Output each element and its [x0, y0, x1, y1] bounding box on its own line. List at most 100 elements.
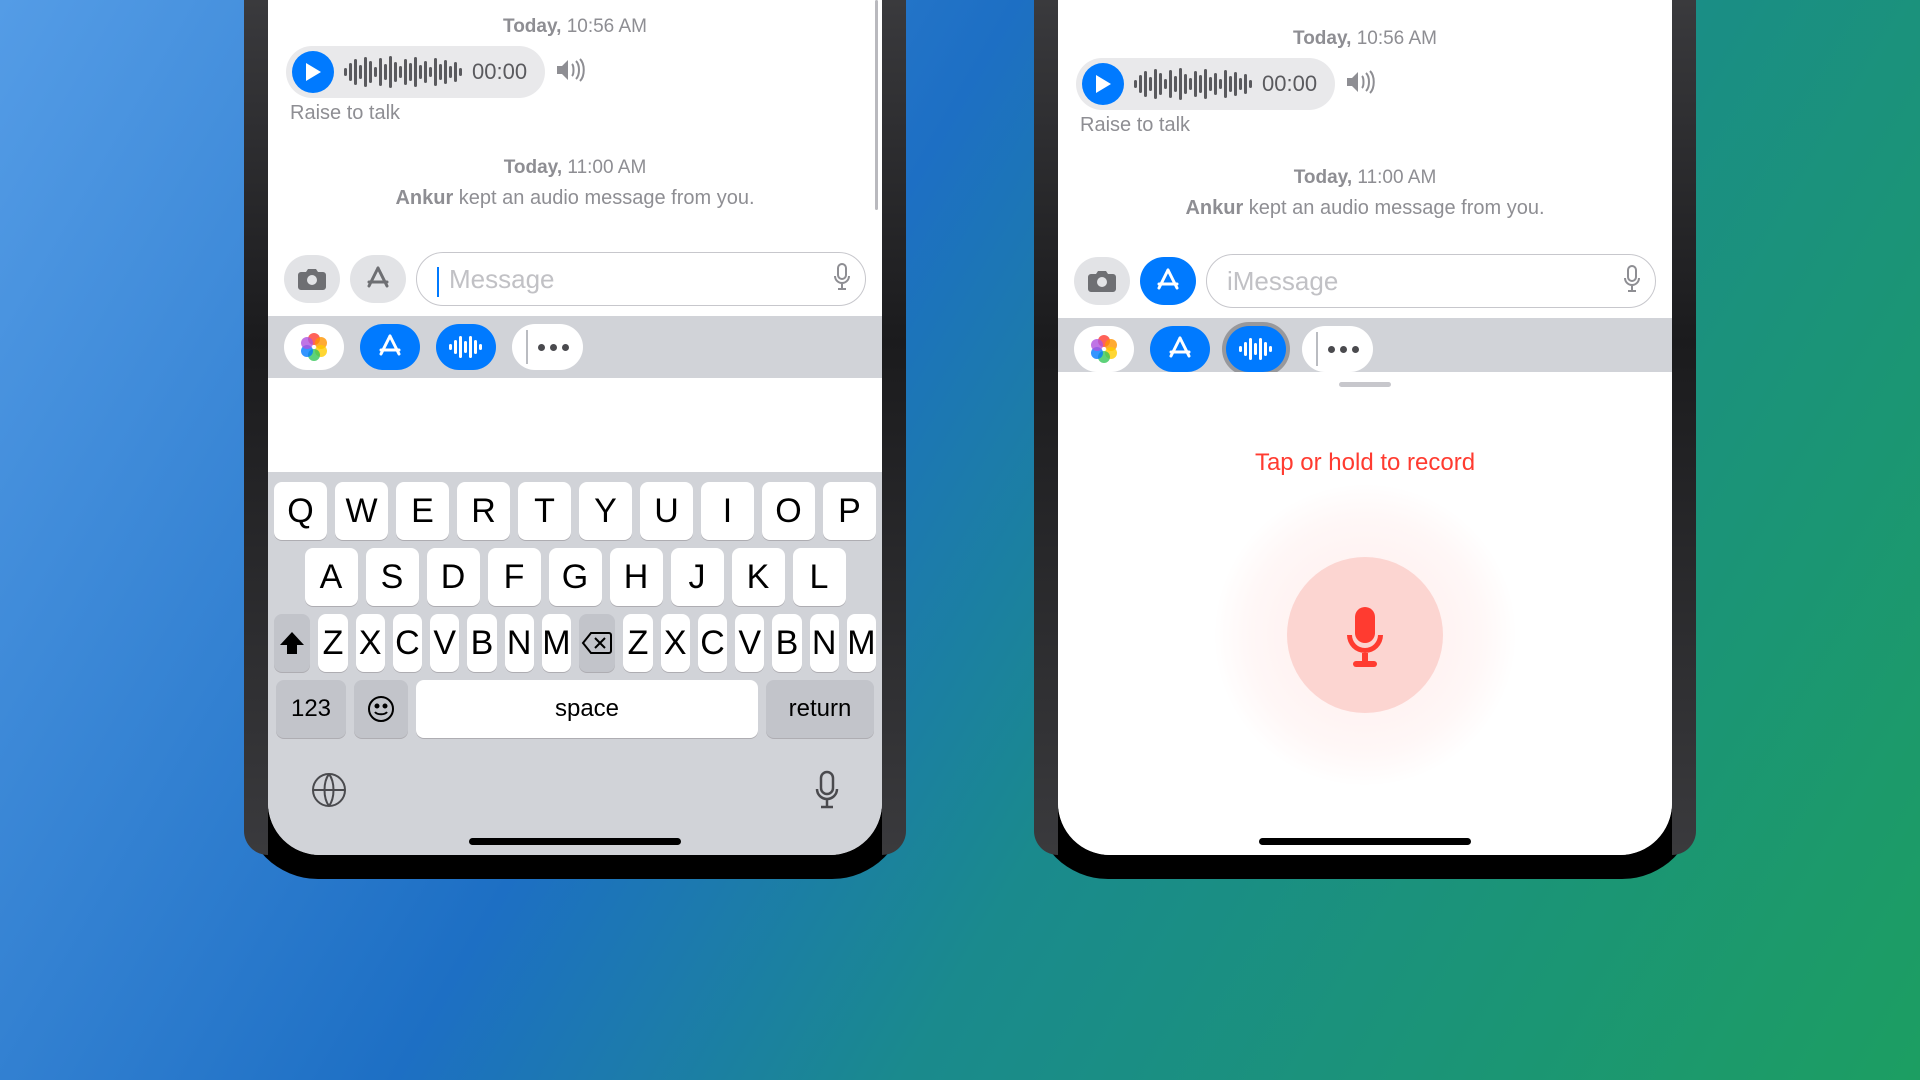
- divider: [1316, 332, 1318, 366]
- scrollbar[interactable]: [875, 0, 878, 210]
- more-apps-button[interactable]: [1302, 326, 1373, 372]
- text-cursor: [437, 267, 439, 297]
- dictate-icon[interactable]: [833, 263, 851, 296]
- key-N[interactable]: N: [810, 614, 839, 672]
- keyboard-row-2: ASDFGHJKL: [268, 544, 882, 610]
- audio-messages-app-icon[interactable]: [436, 324, 496, 370]
- audio-duration: 00:00: [472, 59, 527, 85]
- compose-bar: Message: [268, 244, 882, 316]
- audio-messages-app-icon-selected[interactable]: [1226, 326, 1286, 372]
- key-D[interactable]: D: [427, 548, 480, 606]
- speaker-icon[interactable]: [555, 58, 585, 87]
- key-H[interactable]: H: [610, 548, 663, 606]
- numbers-key[interactable]: 123: [276, 680, 346, 738]
- key-G[interactable]: G: [549, 548, 602, 606]
- keyboard-row-1: QWERTYUIOP: [268, 478, 882, 544]
- message-field[interactable]: iMessage: [1206, 254, 1656, 308]
- photos-app-icon[interactable]: [1074, 326, 1134, 372]
- app-store-app-icon[interactable]: [360, 324, 420, 370]
- drag-handle[interactable]: [1339, 382, 1391, 387]
- message-placeholder: Message: [449, 264, 825, 295]
- audio-bubble[interactable]: 00:00: [1076, 58, 1335, 110]
- key-V[interactable]: V: [430, 614, 459, 672]
- key-B[interactable]: B: [772, 614, 801, 672]
- space-key[interactable]: space: [416, 680, 758, 738]
- keyboard-row-4: 123 space return: [268, 676, 882, 742]
- key-C[interactable]: C: [698, 614, 727, 672]
- audio-bubble[interactable]: 00:00: [286, 46, 545, 98]
- key-K[interactable]: K: [732, 548, 785, 606]
- play-icon[interactable]: [1082, 63, 1124, 105]
- incoming-audio-message: 00:00: [1076, 58, 1672, 110]
- key-R[interactable]: R: [457, 482, 510, 540]
- apps-button-active[interactable]: [1140, 257, 1196, 305]
- key-P[interactable]: P: [823, 482, 876, 540]
- apps-button[interactable]: [350, 255, 406, 303]
- app-store-app-icon[interactable]: [1150, 326, 1210, 372]
- audio-duration: 00:00: [1262, 71, 1317, 97]
- key-O[interactable]: O: [762, 482, 815, 540]
- key-S[interactable]: S: [366, 548, 419, 606]
- key-M[interactable]: M: [542, 614, 571, 672]
- key-M[interactable]: M: [847, 614, 876, 672]
- dictate-icon[interactable]: [1623, 265, 1641, 298]
- key-Q[interactable]: Q: [274, 482, 327, 540]
- photos-app-icon[interactable]: [284, 324, 344, 370]
- camera-button[interactable]: [1074, 257, 1130, 305]
- phone-right: Today, 10:56 AM 00:00 Raise to talk Toda…: [1034, 0, 1696, 879]
- incoming-audio-message: 00:00: [286, 46, 882, 98]
- record-button[interactable]: [1287, 557, 1443, 713]
- keyboard-row-3: ZXCVBNM ZXCVBNM: [268, 610, 882, 676]
- timestamp-2: Today, 11:00 AM: [268, 157, 882, 179]
- camera-button[interactable]: [284, 255, 340, 303]
- key-N[interactable]: N: [505, 614, 534, 672]
- compose-bar: iMessage: [1058, 246, 1672, 318]
- key-A[interactable]: A: [305, 548, 358, 606]
- return-key[interactable]: return: [766, 680, 874, 738]
- more-apps-button[interactable]: [512, 324, 583, 370]
- play-icon[interactable]: [292, 51, 334, 93]
- timestamp-1: Today, 10:56 AM: [1058, 28, 1672, 50]
- waveform-icon: [344, 56, 462, 88]
- phone-left: Today, 10:56 AM 00:00 Raise to talk Toda…: [244, 0, 906, 879]
- delete-key[interactable]: [579, 614, 615, 672]
- key-F[interactable]: F: [488, 548, 541, 606]
- speaker-icon[interactable]: [1345, 70, 1375, 99]
- key-X[interactable]: X: [661, 614, 690, 672]
- key-Y[interactable]: Y: [579, 482, 632, 540]
- emoji-key[interactable]: [354, 680, 408, 738]
- raise-to-talk-label: Raise to talk: [290, 102, 882, 125]
- key-T[interactable]: T: [518, 482, 571, 540]
- message-field[interactable]: Message: [416, 252, 866, 306]
- kept-audio-status: Ankur kept an audio message from you.: [1058, 197, 1672, 220]
- key-V[interactable]: V: [735, 614, 764, 672]
- key-I[interactable]: I: [701, 482, 754, 540]
- audio-record-panel: Tap or hold to record: [1058, 372, 1672, 855]
- key-J[interactable]: J: [671, 548, 724, 606]
- key-Z[interactable]: Z: [623, 614, 652, 672]
- shift-key[interactable]: [274, 614, 310, 672]
- home-indicator[interactable]: [469, 838, 681, 845]
- raise-to-talk-label: Raise to talk: [1080, 114, 1672, 137]
- ellipsis-icon: [1328, 346, 1359, 353]
- kept-audio-status: Ankur kept an audio message from you.: [268, 187, 882, 210]
- home-indicator[interactable]: [1259, 838, 1471, 845]
- app-drawer: [1058, 318, 1672, 380]
- key-L[interactable]: L: [793, 548, 846, 606]
- divider: [526, 330, 528, 364]
- key-C[interactable]: C: [393, 614, 422, 672]
- key-U[interactable]: U: [640, 482, 693, 540]
- globe-icon[interactable]: [310, 771, 348, 814]
- waveform-icon: [1134, 68, 1252, 100]
- key-Z[interactable]: Z: [318, 614, 347, 672]
- screen-right: Today, 10:56 AM 00:00 Raise to talk Toda…: [1058, 0, 1672, 855]
- app-drawer: [268, 316, 882, 378]
- key-X[interactable]: X: [356, 614, 385, 672]
- ellipsis-icon: [538, 344, 569, 351]
- key-W[interactable]: W: [335, 482, 388, 540]
- record-hint: Tap or hold to record: [1255, 449, 1475, 477]
- keyboard: QWERTYUIOP ASDFGHJKL ZXCVBNM ZXCVBNM 123…: [268, 472, 882, 855]
- dictate-keyboard-icon[interactable]: [814, 770, 840, 815]
- key-B[interactable]: B: [467, 614, 496, 672]
- key-E[interactable]: E: [396, 482, 449, 540]
